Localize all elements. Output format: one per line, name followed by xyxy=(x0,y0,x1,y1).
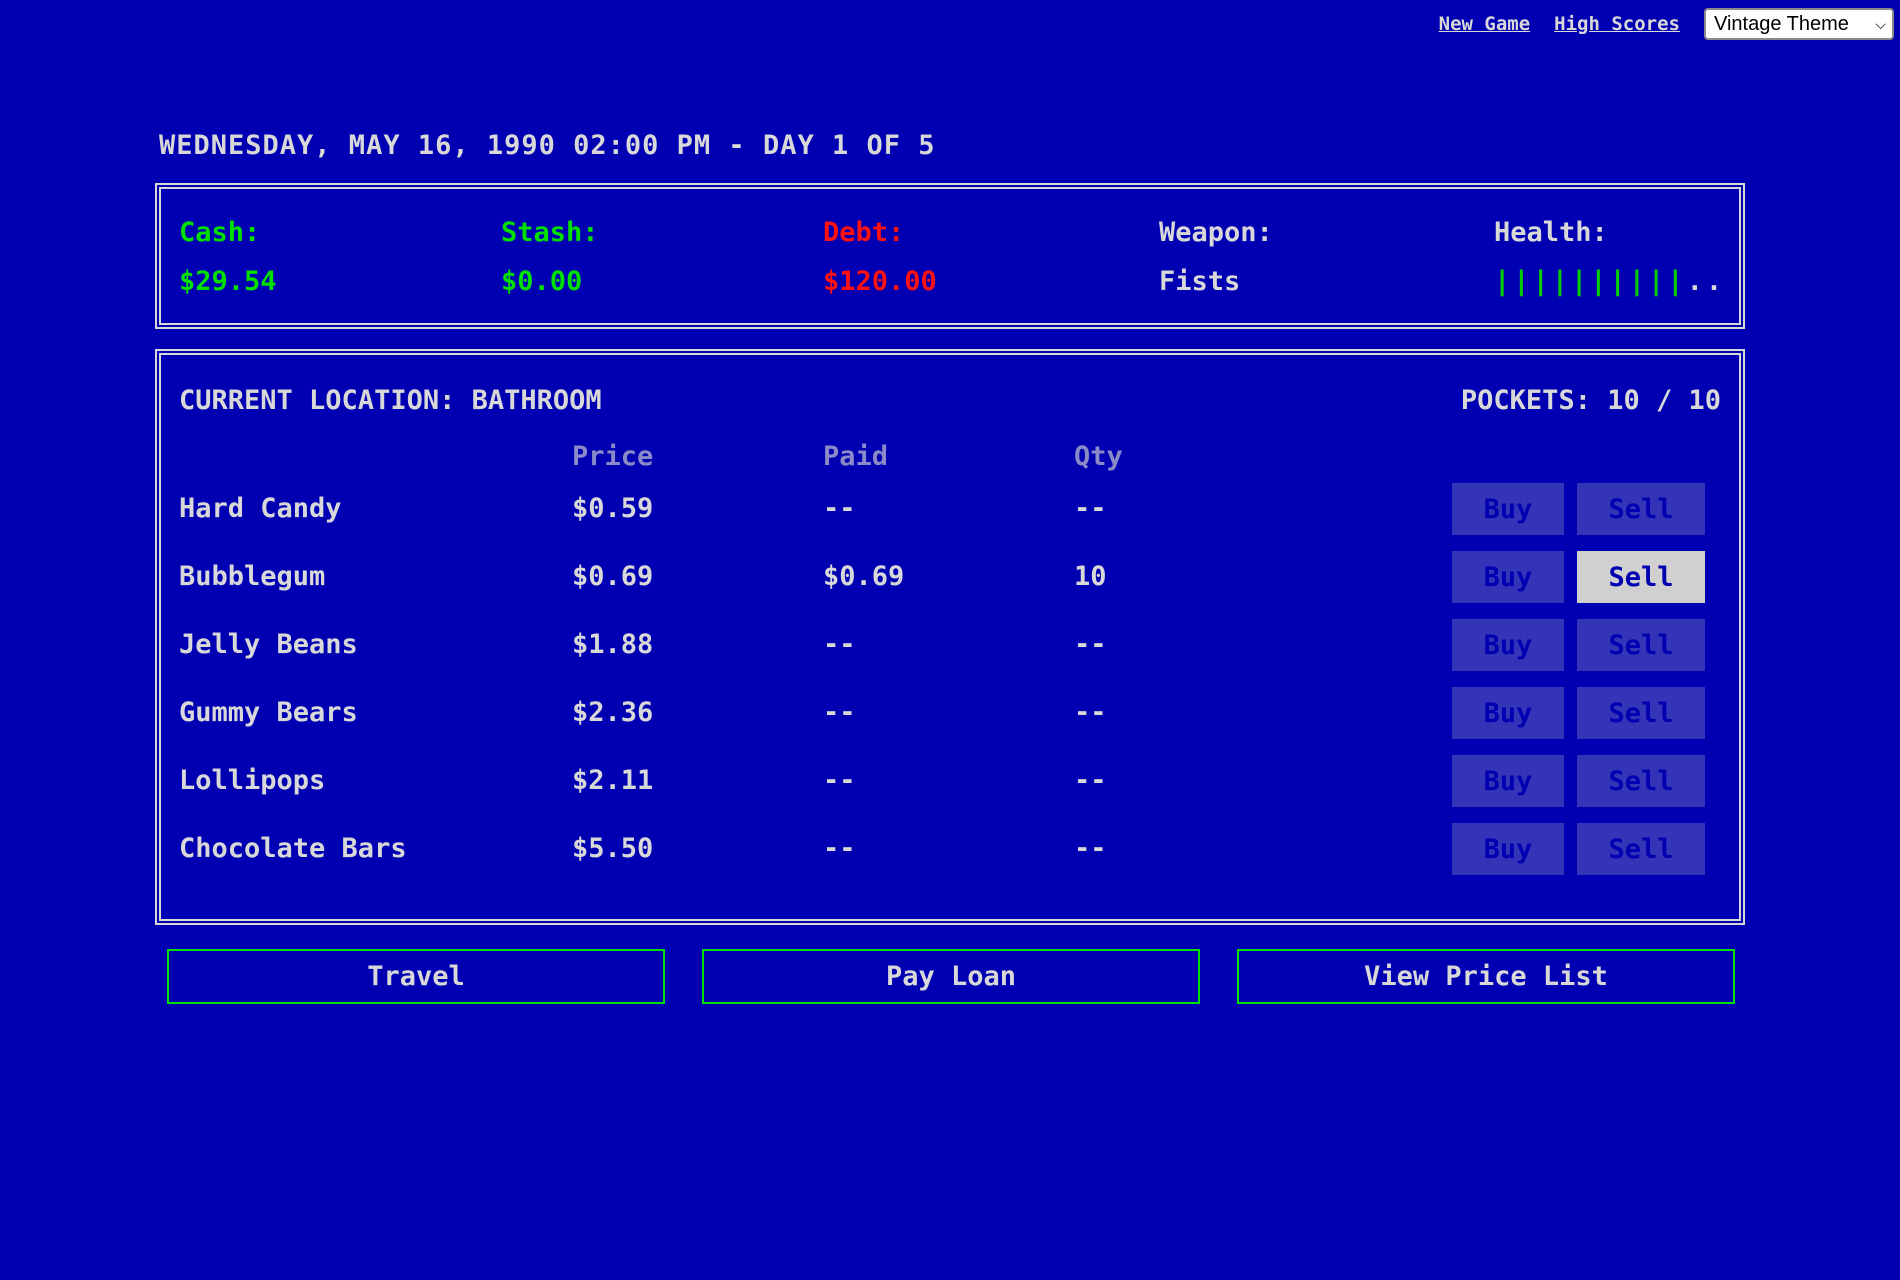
market-row: Bubblegum $0.69 $0.69 10 Buy Sell xyxy=(179,551,1709,603)
market-row: Hard Candy $0.59 -- -- Buy Sell xyxy=(179,483,1709,535)
market-row: Gummy Bears $2.36 -- -- Buy Sell xyxy=(179,687,1709,739)
sell-button[interactable]: Sell xyxy=(1577,619,1705,671)
item-qty: 10 xyxy=(1074,561,1107,592)
market-row: Lollipops $2.11 -- -- Buy Sell xyxy=(179,755,1709,807)
market-panel: CURRENT LOCATION: BATHROOM POCKETS: 10 /… xyxy=(155,349,1745,925)
cash-label: Cash: xyxy=(179,217,261,248)
weapon-label: Weapon: xyxy=(1159,217,1273,248)
item-name: Gummy Bears xyxy=(179,697,358,728)
item-paid: $0.69 xyxy=(823,561,905,592)
item-paid: -- xyxy=(823,697,856,728)
health-stat: Health: ||||||||||.. xyxy=(1494,217,1725,297)
buy-button[interactable]: Buy xyxy=(1452,483,1564,535)
debt-label: Debt: xyxy=(823,217,905,248)
action-bar: Travel Pay Loan View Price List xyxy=(155,949,1745,1004)
health-bar: ||||||||||.. xyxy=(1494,266,1725,297)
item-paid: -- xyxy=(823,833,856,864)
current-location: CURRENT LOCATION: BATHROOM xyxy=(179,385,602,416)
cash-stat: Cash: $29.54 xyxy=(179,217,277,297)
date-line: WEDNESDAY, MAY 16, 1990 02:00 PM - DAY 1… xyxy=(159,130,936,161)
stats-panel: Cash: $29.54 Stash: $0.00 Debt: $120.00 … xyxy=(155,183,1745,329)
item-price: $1.88 xyxy=(572,629,654,660)
chevron-down-icon: ⌵ xyxy=(1875,15,1886,32)
item-price: $2.36 xyxy=(572,697,654,728)
stash-label: Stash: xyxy=(501,217,599,248)
item-qty: -- xyxy=(1074,697,1107,728)
debt-value: $120.00 xyxy=(823,266,937,297)
stash-stat: Stash: $0.00 xyxy=(501,217,599,297)
top-nav: New Game High Scores Vintage Theme ⌵ xyxy=(1439,8,1894,40)
pay-loan-button[interactable]: Pay Loan xyxy=(702,949,1200,1004)
qty-column-header: Qty xyxy=(1074,441,1123,472)
item-name: Jelly Beans xyxy=(179,629,358,660)
sell-button[interactable]: Sell xyxy=(1577,483,1705,535)
sell-button[interactable]: Sell xyxy=(1577,823,1705,875)
weapon-stat: Weapon: Fists xyxy=(1159,217,1273,297)
buy-button[interactable]: Buy xyxy=(1452,823,1564,875)
item-name: Chocolate Bars xyxy=(179,833,407,864)
item-qty: -- xyxy=(1074,629,1107,660)
sell-button[interactable]: Sell xyxy=(1577,687,1705,739)
market-row: Chocolate Bars $5.50 -- -- Buy Sell xyxy=(179,823,1709,875)
travel-button[interactable]: Travel xyxy=(167,949,665,1004)
market-header: CURRENT LOCATION: BATHROOM POCKETS: 10 /… xyxy=(179,385,1721,416)
price-column-header: Price xyxy=(572,441,654,472)
theme-select-value: Vintage Theme xyxy=(1714,12,1849,35)
theme-select[interactable]: Vintage Theme ⌵ xyxy=(1704,8,1894,40)
item-price: $2.11 xyxy=(572,765,654,796)
item-name: Bubblegum xyxy=(179,561,326,592)
item-paid: -- xyxy=(823,493,856,524)
item-paid: -- xyxy=(823,629,856,660)
buy-button[interactable]: Buy xyxy=(1452,619,1564,671)
health-bar-empty: .. xyxy=(1686,266,1726,297)
game-container: WEDNESDAY, MAY 16, 1990 02:00 PM - DAY 1… xyxy=(155,130,1745,1004)
buy-button[interactable]: Buy xyxy=(1452,551,1564,603)
paid-column-header: Paid xyxy=(823,441,889,472)
stash-value: $0.00 xyxy=(501,266,583,297)
market-row: Jelly Beans $1.88 -- -- Buy Sell xyxy=(179,619,1709,671)
item-price: $0.59 xyxy=(572,493,654,524)
item-price: $5.50 xyxy=(572,833,654,864)
item-name: Lollipops xyxy=(179,765,326,796)
cash-value: $29.54 xyxy=(179,266,277,297)
item-price: $0.69 xyxy=(572,561,654,592)
sell-button[interactable]: Sell xyxy=(1577,551,1705,603)
item-qty: -- xyxy=(1074,765,1107,796)
health-bar-filled: |||||||||| xyxy=(1494,266,1687,297)
buy-button[interactable]: Buy xyxy=(1452,687,1564,739)
item-qty: -- xyxy=(1074,833,1107,864)
debt-stat: Debt: $120.00 xyxy=(823,217,937,297)
item-name: Hard Candy xyxy=(179,493,342,524)
high-scores-link[interactable]: High Scores xyxy=(1554,13,1680,35)
sell-button[interactable]: Sell xyxy=(1577,755,1705,807)
item-qty: -- xyxy=(1074,493,1107,524)
pockets-count: POCKETS: 10 / 10 xyxy=(1460,385,1721,416)
item-paid: -- xyxy=(823,765,856,796)
weapon-value: Fists xyxy=(1159,266,1241,297)
view-price-list-button[interactable]: View Price List xyxy=(1237,949,1735,1004)
health-label: Health: xyxy=(1494,217,1608,248)
buy-button[interactable]: Buy xyxy=(1452,755,1564,807)
new-game-link[interactable]: New Game xyxy=(1439,13,1531,35)
